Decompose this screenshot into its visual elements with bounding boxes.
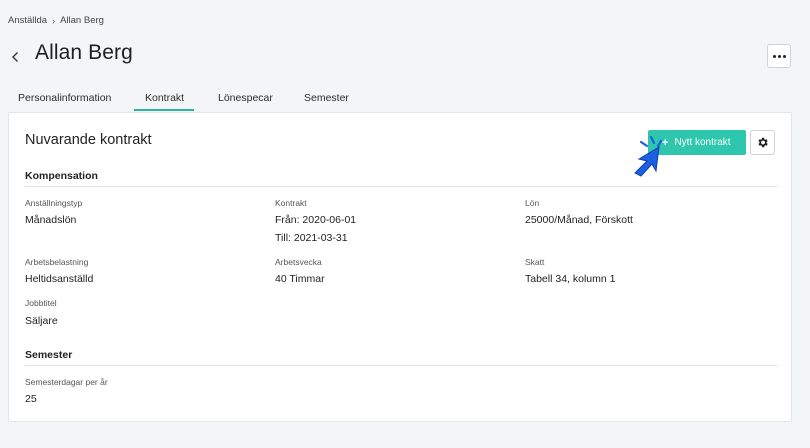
vacation-section-title: Semester <box>25 349 73 361</box>
more-dots-icon <box>777 54 781 58</box>
back-chevron-icon[interactable] <box>9 48 21 66</box>
breadcrumb: Anställda › Allan Berg <box>8 15 104 26</box>
work-week-label: Arbetsvecka <box>275 257 322 267</box>
divider <box>25 365 777 366</box>
workload-label: Arbetsbelastning <box>25 257 89 267</box>
tax-value: Tabell 34, kolumn 1 <box>525 273 616 285</box>
divider <box>25 186 777 187</box>
salary-value: 25000/Månad, Förskott <box>525 214 633 226</box>
tab-bar: Personalinformation Kontrakt Lönespecar … <box>0 88 810 112</box>
more-dots-icon <box>782 54 786 58</box>
work-week-value: 40 Timmar <box>275 273 325 285</box>
page-title: Allan Berg <box>35 41 133 64</box>
card-title: Nuvarande kontrakt <box>25 132 152 148</box>
new-contract-label: Nytt kontrakt <box>674 137 731 148</box>
vacation-days-value: 25 <box>25 393 37 405</box>
contract-from-value: Från: 2020-06-01 <box>275 214 357 226</box>
employment-type-label: Anställningstyp <box>25 198 83 208</box>
vacation-days-label: Semesterdagar per år <box>25 377 108 387</box>
contract-to-value: Till: 2021-03-31 <box>275 232 348 244</box>
mouse-pointer-icon <box>634 135 663 177</box>
tab-kontrakt[interactable]: Kontrakt <box>145 92 184 104</box>
job-title-label: Jobbtitel <box>25 298 57 308</box>
tab-semester[interactable]: Semester <box>304 92 349 104</box>
salary-label: Lön <box>525 198 540 208</box>
gear-icon <box>758 137 768 148</box>
more-dots-icon <box>772 54 776 58</box>
breadcrumb-current: Allan Berg <box>60 15 104 26</box>
breadcrumb-separator: › <box>52 15 56 26</box>
employment-type-value: Månadslön <box>25 214 77 226</box>
more-options-button[interactable] <box>767 44 791 68</box>
settings-button[interactable] <box>750 130 775 155</box>
contract-label: Kontrakt <box>275 198 307 208</box>
workload-value: Heltidsanställd <box>25 273 94 285</box>
job-title-value: Säljare <box>25 315 58 327</box>
breadcrumb-parent-link[interactable]: Anställda <box>8 15 47 26</box>
tax-label: Skatt <box>525 257 545 267</box>
active-tab-indicator <box>134 109 194 111</box>
contract-card: Nuvarande kontrakt + Nytt kontrakt Kompe… <box>8 112 792 422</box>
compensation-section-title: Kompensation <box>25 170 98 182</box>
tab-personalinformation[interactable]: Personalinformation <box>18 92 111 104</box>
tab-lonespecar[interactable]: Lönespecar <box>218 92 273 104</box>
